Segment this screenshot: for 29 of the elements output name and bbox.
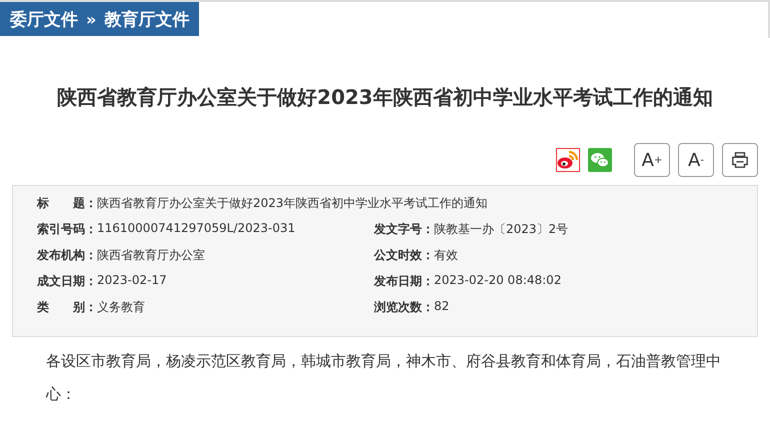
field-label: 索引号码： bbox=[37, 220, 97, 238]
body-paragraph: 各设区市教育局，杨凌示范区教育局，韩城市教育局，神木市、府谷县教育和体育局，石油普教管理中心： bbox=[46, 351, 722, 405]
field-value: 有效 bbox=[434, 246, 458, 264]
weibo-icon[interactable] bbox=[556, 148, 580, 172]
field-label: 成文日期： bbox=[37, 272, 97, 290]
field-value: 陕西省教育厅办公室 bbox=[97, 246, 205, 264]
field-label: 发布日期： bbox=[374, 272, 434, 290]
print-button[interactable] bbox=[722, 143, 758, 177]
field-value: 82 bbox=[434, 298, 450, 314]
field-label: 发布机构： bbox=[37, 246, 97, 264]
breadcrumb-link[interactable]: 教育厅文件 bbox=[104, 8, 190, 30]
field-label: 发文字号： bbox=[374, 220, 434, 238]
article-title: 陕西省教育厅办公室关于做好2023年陕西省初中学业水平考试工作的通知 bbox=[56, 84, 714, 111]
breadcrumb-link[interactable]: 委厅文件 bbox=[10, 8, 78, 30]
field-label: 类 别： bbox=[37, 298, 97, 316]
field-value: 义务教育 bbox=[97, 298, 145, 316]
field-value: 2023-02-17 bbox=[97, 272, 167, 288]
field-value: 2023-02-20 08:48:02 bbox=[434, 272, 562, 288]
breadcrumb-separator: » bbox=[86, 10, 96, 28]
print-icon bbox=[731, 151, 749, 169]
field-label: 浏览次数： bbox=[374, 298, 434, 316]
field-label: 标 题： bbox=[37, 194, 97, 212]
font-size-button[interactable]: A$^{-}$ bbox=[678, 143, 714, 177]
field-value: 陕西省教育厅办公室关于做好2023年陕西省初中学业水平考试工作的通知 bbox=[97, 194, 488, 212]
field-value: 11610000741297059L/2023-031 bbox=[97, 220, 296, 236]
font-size-button[interactable]: A$^{+}$ bbox=[634, 143, 670, 177]
field-label: 公文时效： bbox=[374, 246, 434, 264]
field-value: 陕教基一办〔2023〕2号 bbox=[434, 220, 568, 238]
wechat-icon[interactable] bbox=[588, 148, 612, 172]
